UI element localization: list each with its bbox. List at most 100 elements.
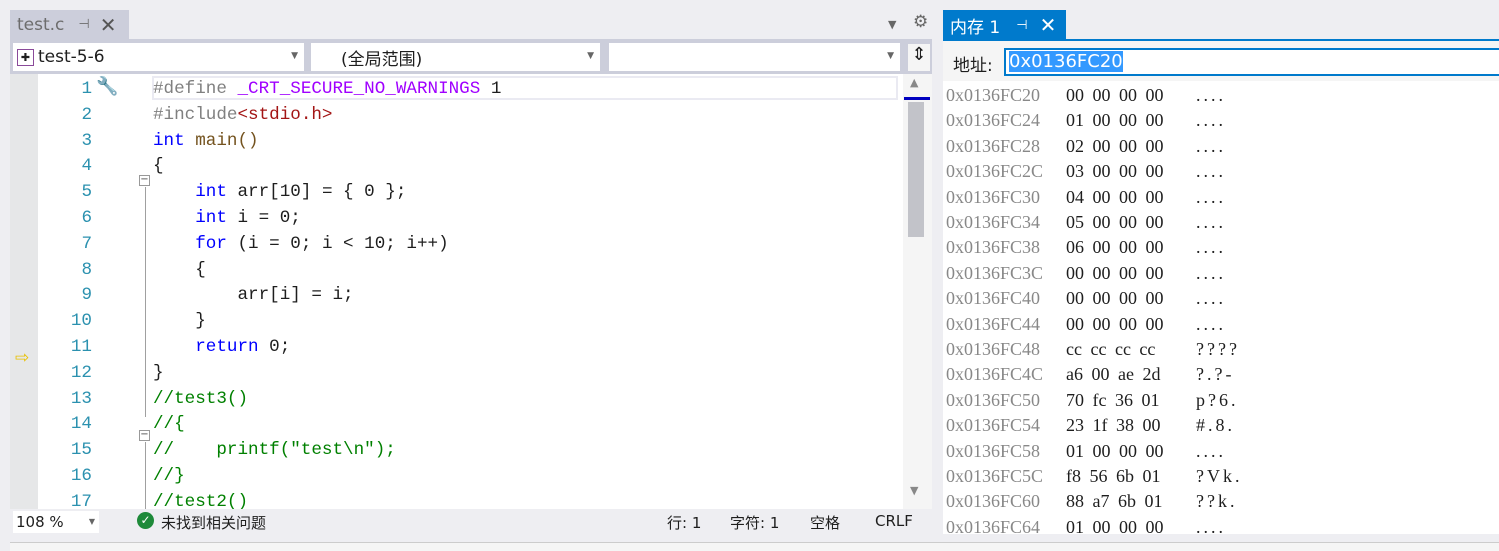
scope-dropdown[interactable]: (全局范围) ▼ xyxy=(311,43,600,71)
code-token: #include xyxy=(153,104,238,125)
code-text: #define _CRT_SECURE_NO_WARNINGS 1 xyxy=(153,76,501,102)
memory-address: 0x0136FC28 xyxy=(946,135,1041,156)
code-line[interactable]: 8 { xyxy=(10,257,900,283)
memory-ascii: ?.?- xyxy=(1196,364,1235,385)
screwdriver-icon[interactable]: 🔧 xyxy=(96,76,118,97)
line-number: 3 xyxy=(81,130,92,151)
vertical-scrollbar[interactable]: ▲ ▼ xyxy=(903,74,932,509)
code-line[interactable]: 12} xyxy=(10,360,900,386)
memory-ascii: .... xyxy=(1196,262,1226,283)
code-text: //{ xyxy=(153,411,185,437)
split-window-button[interactable]: ⇕ xyxy=(908,44,930,71)
project-label: test-5-6 xyxy=(38,47,105,67)
memory-ascii: .... xyxy=(1196,440,1226,461)
memory-bytes: 01 00 00 00 xyxy=(1066,110,1164,131)
close-icon[interactable]: ✕ xyxy=(1040,13,1057,37)
memory-ascii: ?Vk. xyxy=(1196,466,1243,486)
code-text: arr[i] = i; xyxy=(153,282,353,308)
line-number: 17 xyxy=(70,491,92,509)
memory-bytes: 06 00 00 00 xyxy=(1066,237,1164,258)
memory-address: 0x0136FC30 xyxy=(946,186,1041,207)
code-text: int i = 0; xyxy=(153,205,301,231)
scroll-thumb[interactable] xyxy=(908,102,924,237)
gear-icon[interactable]: ⚙ xyxy=(913,12,928,32)
memory-ascii: .... xyxy=(1196,313,1226,334)
editor-status-bar: 108 % ▼ ✓ 未找到相关问题 行: 1 字符: 1 空格 CRLF xyxy=(10,509,932,534)
project-dropdown[interactable]: ✚ test-5-6 ▼ xyxy=(13,43,304,71)
memory-bytes: 00 00 00 00 xyxy=(1066,313,1164,334)
code-line[interactable]: 7 for (i = 0; i < 10; i++) xyxy=(10,231,900,257)
memory-ascii: .... xyxy=(1196,135,1226,156)
tab-list-dropdown-icon[interactable]: ▼ xyxy=(888,18,896,31)
code-line[interactable]: 3 int main() xyxy=(10,128,900,154)
tab-test-c[interactable]: test.c ⊣ ✕ xyxy=(10,10,129,39)
line-number: 1 xyxy=(81,79,92,99)
zoom-dropdown[interactable]: 108 % ▼ xyxy=(13,511,99,533)
memory-address: 0x0136FC40 xyxy=(946,288,1041,309)
code-line[interactable]: 10 } xyxy=(10,308,900,334)
tab-label: test.c xyxy=(17,14,65,35)
pin-icon[interactable]: ⊣ xyxy=(1016,18,1027,33)
code-line[interactable]: 15 // printf("test\n"); xyxy=(10,437,900,463)
issues-status[interactable]: 未找到相关问题 xyxy=(161,512,266,533)
pin-icon[interactable]: ⊣ xyxy=(78,17,89,32)
code-line[interactable]: 1 #define _CRT_SECURE_NO_WARNINGS 1 xyxy=(10,76,900,102)
code-line[interactable]: 6 int i = 0; xyxy=(10,205,900,231)
code-area[interactable]: − − 1 #define _CRT_SECURE_NO_WARNINGS 1 2 #… xyxy=(10,74,932,509)
code-line[interactable]: 2 #include<stdio.h> xyxy=(10,102,900,128)
bottom-panel-edge xyxy=(10,542,1499,551)
code-line[interactable]: 9 arr[i] = i; xyxy=(10,282,900,308)
code-text: int main() xyxy=(153,128,259,154)
code-line[interactable]: 13 //test3() xyxy=(10,386,900,412)
code-line[interactable]: 11 return 0; xyxy=(10,334,900,360)
code-token: arr[10] = { 0 }; xyxy=(226,182,407,203)
address-input[interactable]: 0x0136FC20 xyxy=(1004,48,1499,76)
code-token: main() xyxy=(184,130,259,151)
code-text: { xyxy=(153,153,164,179)
char-indicator[interactable]: 字符: 1 xyxy=(730,512,779,533)
scroll-down-icon[interactable]: ▼ xyxy=(910,484,918,497)
memory-ascii: .... xyxy=(1196,288,1226,309)
tab-memory-1[interactable]: 内存 1 ⊣ ✕ xyxy=(943,10,1066,40)
memory-bytes: 00 00 00 00 xyxy=(1066,85,1164,105)
code-token: (i = 0; i < 10; i++) xyxy=(226,233,449,254)
line-number: 16 xyxy=(70,466,92,486)
code-token: <stdio.h> xyxy=(237,104,333,125)
code-line[interactable]: 4{ xyxy=(10,153,900,179)
tab-label: 内存 1 xyxy=(950,17,1001,38)
code-token: int xyxy=(195,182,227,203)
code-line[interactable]: 14 //{ xyxy=(10,411,900,437)
code-line[interactable]: 17 //test2() xyxy=(10,489,900,509)
memory-ascii: .... xyxy=(1196,186,1226,207)
memory-ascii: .... xyxy=(1196,161,1226,182)
memory-address: 0x0136FC58 xyxy=(946,440,1041,461)
memory-bytes: 01 00 00 00 xyxy=(1066,440,1164,461)
member-dropdown[interactable]: ▼ xyxy=(609,43,900,71)
code-text: for (i = 0; i < 10; i++) xyxy=(153,231,449,257)
scroll-up-icon[interactable]: ▲ xyxy=(910,76,918,89)
code-token: for xyxy=(195,233,227,254)
memory-bytes: 00 00 00 00 xyxy=(1066,288,1164,309)
eol-indicator[interactable]: CRLF xyxy=(875,512,913,530)
address-bar: 地址: 0x0136FC20 xyxy=(943,41,1499,81)
chevron-down-icon: ▼ xyxy=(88,517,95,526)
line-indicator[interactable]: 行: 1 xyxy=(667,512,701,533)
code-token: //test2() xyxy=(153,491,249,509)
memory-address: 0x0136FC50 xyxy=(946,389,1041,410)
memory-bytes: 23 1f 38 00 xyxy=(1066,415,1161,436)
close-icon[interactable]: ✕ xyxy=(100,13,117,37)
code-text: } xyxy=(153,308,206,334)
zoom-value: 108 % xyxy=(16,513,64,531)
spacing-indicator[interactable]: 空格 xyxy=(810,512,840,533)
code-line[interactable]: 5 int arr[10] = { 0 }; xyxy=(10,179,900,205)
code-token: #define xyxy=(153,79,238,99)
code-token: //{ xyxy=(153,414,185,435)
code-token: i = 0; xyxy=(226,208,301,228)
memory-ascii: .... xyxy=(1196,212,1226,232)
chevron-down-icon: ▼ xyxy=(887,51,894,61)
code-token: int xyxy=(195,208,227,228)
check-circle-icon: ✓ xyxy=(137,512,154,529)
code-line[interactable]: 16 //} xyxy=(10,463,900,489)
memory-address: 0x0136FC2C xyxy=(946,161,1044,182)
